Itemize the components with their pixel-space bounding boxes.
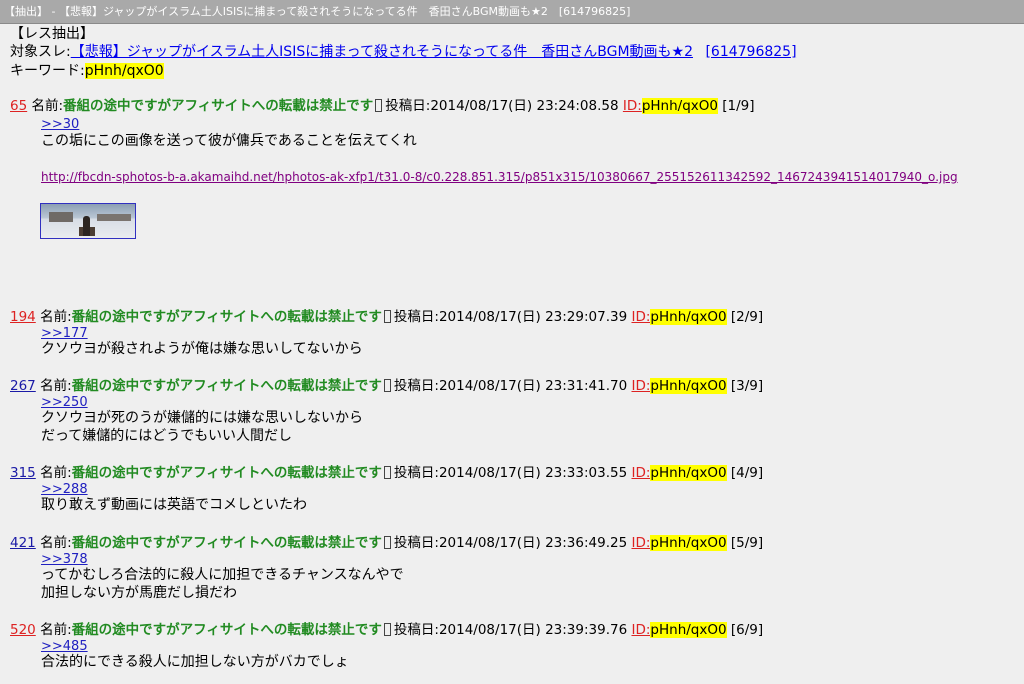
id-label[interactable]: ID: [631,535,650,551]
post-body-line: クソウヨが殺されようが俺は嫌な思いしてないから [41,341,363,357]
id-label[interactable]: ID: [623,98,642,114]
poster-name: 番組の途中ですがアフィサイトへの転載は禁止です [63,98,374,114]
window-title-bar: 【抽出】 - 【悲報】ジャップがイスラム土人ISISに捕まって殺されそうになって… [0,0,1024,24]
post-number[interactable]: 421 [10,535,36,551]
id-label[interactable]: ID: [631,465,650,481]
post-header: 421 名前:番組の途中ですがアフィサイトへの転載は禁止です 投稿日:2014/0… [10,534,763,552]
thread-label: 対象スレ: [10,44,71,60]
post-count: [1/9] [722,98,755,114]
post-body-line: 加担しない方が馬鹿だし損だわ [41,585,237,601]
thread-id-link[interactable]: [614796825] [705,44,796,60]
reply-anchor-link[interactable]: >>250 [41,395,88,410]
post-number[interactable]: 65 [10,98,27,114]
image-thumbnail[interactable] [40,203,136,239]
date-label: 投稿日: [393,622,439,638]
post-datetime: 2014/08/17(日) 23:36:49.25 [438,535,628,551]
post-body-line: だって嫌儲的にはどうでもいい人間だし [41,428,293,444]
poster-id: pHnh/qxO0 [650,535,727,551]
extract-heading: 【レス抽出】 [10,26,94,42]
window-title: 【抽出】 - 【悲報】ジャップがイスラム土人ISISに捕まって殺されそうになって… [4,5,631,18]
date-label: 投稿日: [393,309,439,325]
poster-id: pHnh/qxO0 [650,622,727,638]
id-label[interactable]: ID: [631,622,650,638]
post-header: 520 名前:番組の途中ですがアフィサイトへの転載は禁止です 投稿日:2014/0… [10,621,763,639]
poster-name: 番組の途中ですがアフィサイトへの転載は禁止です [71,465,382,481]
post-datetime: 2014/08/17(日) 23:33:03.55 [438,465,628,481]
reply-anchor-link[interactable]: >>378 [41,552,88,567]
poster-name: 番組の途中ですがアフィサイトへの転載は禁止です [71,378,382,394]
post-datetime: 2014/08/17(日) 23:24:08.58 [430,98,619,114]
post-count: [2/9] [730,309,764,325]
thread-title-link[interactable]: 【悲報】ジャップがイスラム土人ISISに捕まって殺されそうになってる件 香田さん… [71,44,693,60]
post-number[interactable]: 267 [10,378,36,394]
post-body-line: ってかむしろ合法的に殺人に加担できるチャンスなんやで [41,567,404,583]
name-label: 名前: [40,465,72,481]
name-label: 名前: [31,98,64,114]
post-number[interactable]: 520 [10,622,36,638]
post-datetime: 2014/08/17(日) 23:39:39.76 [438,622,628,638]
post-header: 267 名前:番組の途中ですがアフィサイトへの転載は禁止です 投稿日:2014/0… [10,377,763,395]
post-body-line: 合法的にできる殺人に加担しない方がバカでしょ [41,654,349,670]
date-label: 投稿日: [393,535,439,551]
name-label: 名前: [40,309,72,325]
post-body-line: クソウヨが死のうが嫌儲的には嫌な思いしないから [41,410,363,426]
name-label: 名前: [40,535,72,551]
date-label: 投稿日: [393,465,439,481]
post-header: 65 名前:番組の途中ですがアフィサイトへの転載は禁止です 投稿日:2014/08… [10,97,755,115]
keyword-label: キーワード: [10,63,85,79]
keyword-line: キーワード:pHnh/qxO0 [10,63,164,80]
post-header: 194 名前:番組の途中ですがアフィサイトへの転載は禁止です 投稿日:2014/0… [10,308,763,326]
id-label[interactable]: ID: [631,309,650,325]
thread-line: 対象スレ:【悲報】ジャップがイスラム土人ISISに捕まって殺されそうになってる件… [10,44,797,61]
poster-name: 番組の途中ですがアフィサイトへの転載は禁止です [71,535,382,551]
post-body-line: 取り敢えず動画には英語でコメしといたわ [41,497,307,513]
date-label: 投稿日: [393,378,439,394]
mail-box-icon [383,623,391,636]
poster-id: pHnh/qxO0 [650,465,727,481]
mail-box-icon [375,99,383,112]
image-url-link[interactable]: http://fbcdn-sphotos-b-a.akamaihd.net/hp… [41,170,958,185]
name-label: 名前: [40,622,72,638]
reply-anchor-link[interactable]: >>485 [41,639,88,654]
poster-id: pHnh/qxO0 [650,309,727,325]
extract-page: 【レス抽出】 対象スレ:【悲報】ジャップがイスラム土人ISISに捕まって殺されそ… [0,24,1024,684]
id-label[interactable]: ID: [631,378,650,394]
post-datetime: 2014/08/17(日) 23:31:41.70 [438,378,628,394]
mail-box-icon [383,310,391,323]
post-count: [5/9] [730,535,764,551]
reply-anchor-link[interactable]: >>177 [41,326,88,341]
post-count: [3/9] [730,378,764,394]
post-number[interactable]: 315 [10,465,36,481]
poster-name: 番組の途中ですがアフィサイトへの転載は禁止です [71,309,382,325]
reply-anchor-link[interactable]: >>288 [41,482,88,497]
post-number[interactable]: 194 [10,309,36,325]
poster-name: 番組の途中ですがアフィサイトへの転載は禁止です [71,622,382,638]
keyword-value: pHnh/qxO0 [84,63,164,79]
post-body-line: この垢にこの画像を送って彼が傭兵であることを伝えてくれ [41,133,417,149]
name-label: 名前: [40,378,72,394]
mail-box-icon [383,379,391,392]
poster-id: pHnh/qxO0 [650,378,727,394]
post-header: 315 名前:番組の途中ですがアフィサイトへの転載は禁止です 投稿日:2014/0… [10,464,763,482]
mail-box-icon [383,466,391,479]
reply-anchor-link[interactable]: >>30 [41,117,79,132]
date-label: 投稿日: [385,98,431,114]
mail-box-icon [383,536,391,549]
post-count: [4/9] [730,465,764,481]
poster-id: pHnh/qxO0 [641,98,718,114]
post-datetime: 2014/08/17(日) 23:29:07.39 [438,309,628,325]
post-count: [6/9] [730,622,764,638]
